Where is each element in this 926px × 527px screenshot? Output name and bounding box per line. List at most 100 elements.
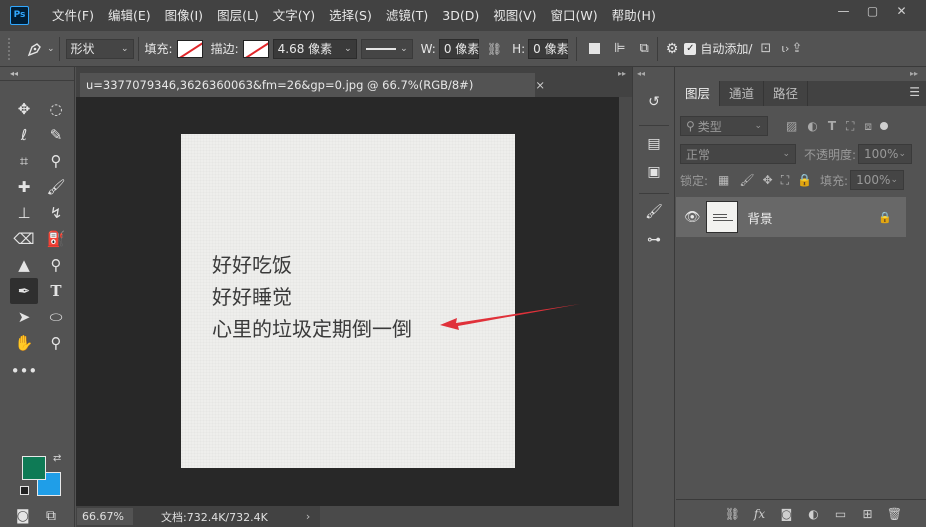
default-colors-icon[interactable] [20,486,29,495]
horizontal-scrollbar[interactable] [320,506,632,527]
menu-select[interactable]: 选择(S) [322,0,379,31]
restore-button[interactable]: ▢ [858,0,887,22]
canvas-area[interactable]: 好好吃饭 好好睡觉 心里的垃圾定期倒一倒 [76,97,619,506]
lock-all-icon[interactable]: 🔒 [797,173,812,187]
status-menu-arrow[interactable]: › [306,510,310,523]
more-tools-icon[interactable]: ••• [10,358,38,384]
panel-menu-icon[interactable]: ☰ [909,85,920,99]
menu-file[interactable]: 文件(F) [45,0,101,31]
layer-style-icon[interactable]: fx [746,507,773,521]
quick-mask-icon[interactable]: ◙ [16,508,30,524]
menu-view[interactable]: 视图(V) [486,0,543,31]
drawn-arrow[interactable] [76,97,619,506]
history-brush-tool-icon[interactable]: ↯ [42,200,70,226]
fill-field[interactable]: 100% ⌄ [850,170,905,190]
crop-tool-icon[interactable]: ⌗ [10,148,38,174]
trash-icon[interactable]: 🗑 [881,507,908,521]
layer-mask-icon[interactable]: ◙ [773,507,800,521]
hand-tool-icon[interactable]: ✋ [10,330,38,356]
brush-settings-icon[interactable]: 🖌 [641,199,667,225]
collapse-arrows-icon[interactable]: ◂◂ [633,67,674,81]
expand-arrows-icon[interactable]: ▸▸ [676,67,926,81]
menu-edit[interactable]: 编辑(E) [101,0,158,31]
stroke-swatch[interactable] [242,39,269,58]
pen-tool-icon[interactable]: ⌄ [26,40,55,58]
screen-mode-icon[interactable]: ⧉ [46,508,56,524]
lock-transparent-icon[interactable]: ▦ [718,173,729,187]
document-tab[interactable]: u=3377079346,3626360063&fm=26&gp=0.jpg @… [80,73,545,97]
zoom-level-field[interactable]: 66.67% [77,508,133,525]
filter-kind-dropdown[interactable]: ⚲ 类型 ⌄ [680,116,768,136]
share-icon[interactable]: ⇪ [791,41,802,56]
shape-layer-filter-icon[interactable]: ⛶ [846,119,854,134]
path-alignment-icon[interactable]: ⊫ [614,41,625,56]
adjustments-icon[interactable]: ⊶ [641,227,667,253]
menu-window[interactable]: 窗口(W) [544,0,605,31]
filter-toggle-icon[interactable] [880,122,889,130]
zoom-tool-icon[interactable]: ⚲ [42,330,70,356]
lock-position-icon[interactable]: ✥ [763,173,773,187]
blend-mode-dropdown[interactable]: 正常 ⌄ [680,144,796,164]
quick-selection-tool-icon[interactable]: ✎ [42,122,70,148]
smart-object-filter-icon[interactable]: ⧈ [864,119,872,134]
lock-image-icon[interactable]: 🖌 [739,173,754,187]
libraries-panel-icon[interactable]: ▣ [641,159,667,185]
path-selection-tool-icon[interactable]: ➤ [10,304,38,330]
align-edges-icon[interactable]: ⊡ [760,41,771,56]
menu-layer[interactable]: 图层(L) [210,0,266,31]
brush-tool-icon[interactable]: 🖌 [42,174,70,200]
tab-layers[interactable]: 图层 [676,81,721,106]
type-tool-icon[interactable]: T [42,278,70,304]
stroke-width-field[interactable]: 4.68 像素 ⌄ [272,38,357,59]
adjustment-layer-icon[interactable]: ◐ [800,507,827,521]
new-group-icon[interactable]: ▭ [827,507,854,521]
dodge-tool-icon[interactable]: ⚲ [42,252,70,278]
link-icon[interactable]: ⛓ [487,42,502,56]
type-layer-filter-icon[interactable]: T [828,119,836,133]
menu-type[interactable]: 文字(Y) [266,0,322,31]
lock-artboard-icon[interactable]: ⛶ [781,173,789,188]
new-layer-icon[interactable]: ⊞ [854,507,881,521]
tool-mode-dropdown[interactable]: 形状 ⌄ [65,38,134,59]
pixel-layer-filter-icon[interactable]: ▨ [786,119,797,133]
layer-name[interactable]: 背景 [748,208,773,227]
menu-filter[interactable]: 滤镜(T) [379,0,435,31]
eraser-tool-icon[interactable]: ⌫ [10,226,38,252]
path-arrangement-icon[interactable]: ⧉ [640,41,649,56]
vertical-scrollbar[interactable] [619,97,632,506]
height-field[interactable]: 0 像素 [528,38,569,59]
healing-brush-tool-icon[interactable]: ✚ [10,174,38,200]
paint-bucket-tool-icon[interactable]: ⛽ [42,226,70,252]
layer-row[interactable]: 👁 背景 🔒 [676,197,906,237]
width-field[interactable]: 0 像素 [438,38,479,59]
pen-tool-icon[interactable]: ✒ [10,278,38,304]
move-tool-icon[interactable]: ✥ [10,96,38,122]
blur-tool-icon[interactable]: ▲ [10,252,38,278]
link-layers-icon[interactable]: ⛓ [719,507,746,521]
more-icon[interactable]: ɩ› [781,42,789,55]
properties-panel-icon[interactable]: ▤ [641,131,667,157]
minimize-button[interactable]: — [829,0,858,22]
swap-colors-icon[interactable]: ⇄ [53,453,61,464]
menu-3d[interactable]: 3D(D) [435,0,486,31]
tab-paths[interactable]: 路径 [764,81,809,106]
ellipse-tool-icon[interactable]: ⬭ [42,304,70,330]
marquee-tool-icon[interactable]: ◌ [42,96,70,122]
tab-channels[interactable]: 通道 [720,81,765,106]
foreground-color-swatch[interactable] [22,456,46,480]
auto-add-checkbox[interactable]: ✓ [684,42,697,55]
path-operations-icon[interactable] [589,43,601,54]
clone-stamp-tool-icon[interactable]: ⊥ [10,200,38,226]
expand-arrows-icon[interactable]: ▸▸ [618,69,626,78]
adjustment-layer-filter-icon[interactable]: ◐ [807,119,817,133]
menu-image[interactable]: 图像(I) [158,0,210,31]
close-tab-icon[interactable]: × [535,73,545,97]
eyedropper-tool-icon[interactable]: ⚲ [42,148,70,174]
gear-icon[interactable]: ⚙ [666,41,679,57]
lasso-tool-icon[interactable]: ℓ [10,122,38,148]
menu-help[interactable]: 帮助(H) [605,0,663,31]
opacity-field[interactable]: 100% ⌄ [858,144,913,164]
close-window-button[interactable]: ✕ [887,0,916,22]
stroke-type-dropdown[interactable]: ⌄ [360,38,413,59]
fill-swatch[interactable] [176,39,203,58]
